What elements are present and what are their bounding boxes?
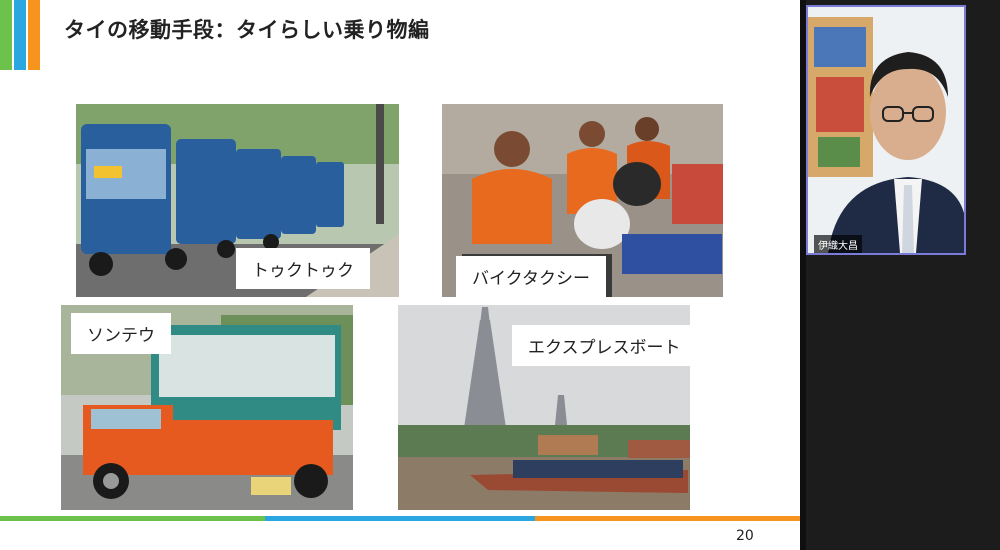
footer-line-orange xyxy=(535,516,800,521)
express-boat-photo: エクスプレスボート xyxy=(398,305,690,510)
motorbike-taxi-label: バイクタクシー xyxy=(456,256,606,297)
tuktuk-label: トゥクトゥク xyxy=(236,248,370,289)
accent-bar-green xyxy=(0,0,12,70)
express-boat-label: エクスプレスボート xyxy=(512,325,690,366)
page-number: 20 xyxy=(736,528,754,544)
accent-bar-orange xyxy=(28,0,40,70)
accent-bar-blue xyxy=(14,0,26,70)
participant-name: 伊織大昌 xyxy=(814,235,862,253)
presentation-slide: タイの移動手段：タイらしい乗り物編 トゥクトゥク バイクタクシー ソンテウ エク… xyxy=(0,0,800,550)
songthaew-label: ソンテウ xyxy=(71,313,171,354)
footer-line-blue xyxy=(265,516,535,521)
tuktuk-photo: トゥクトゥク xyxy=(76,104,399,297)
motorbike-taxi-photo: バイクタクシー xyxy=(442,104,723,297)
songthaew-photo: ソンテウ xyxy=(61,305,353,510)
participant-video-feed xyxy=(808,7,964,253)
slide-title: タイの移動手段：タイらしい乗り物編 xyxy=(64,18,430,42)
footer-line-green xyxy=(0,516,265,521)
participant-video-tile[interactable]: 伊織大昌 xyxy=(806,5,966,255)
